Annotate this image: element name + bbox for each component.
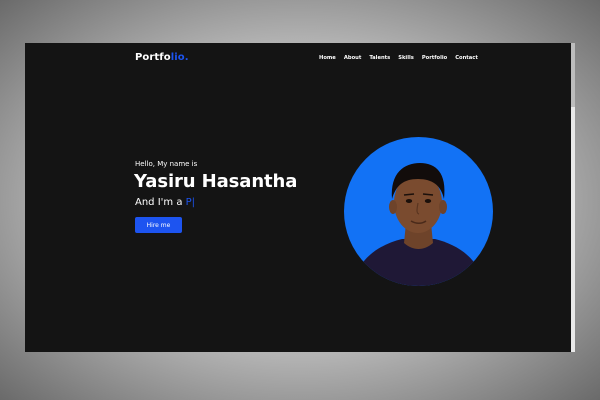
nav-link-home[interactable]: Home [319, 55, 336, 61]
hero-greeting: Hello, My name is [135, 160, 198, 168]
role-prefix: And I'm a [135, 197, 186, 208]
logo-accent-text: lio. [170, 52, 189, 63]
site-logo[interactable]: Portfolio. [135, 52, 189, 63]
nav-link-talents[interactable]: Talents [369, 55, 390, 61]
nav-link-portfolio[interactable]: Portfolio [422, 55, 447, 61]
nav-link-contact[interactable]: Contact [455, 55, 478, 61]
portfolio-page: Portfolio. Home About Talents Skills Por… [25, 43, 571, 352]
logo-text: Portfo [135, 52, 171, 63]
page-scrollbar-thumb[interactable] [571, 43, 575, 107]
profile-photo-icon [352, 163, 485, 286]
nav-link-skills[interactable]: Skills [398, 55, 414, 61]
hero-name: Yasiru Hasantha [134, 171, 298, 192]
hero-role-line: And I'm a P| [135, 197, 195, 208]
nav-link-about[interactable]: About [344, 55, 361, 61]
hire-me-button[interactable]: Hire me [135, 217, 182, 233]
profile-photo [344, 137, 493, 286]
typing-cursor: | [191, 197, 196, 208]
main-nav: Home About Talents Skills Portfolio Cont… [319, 55, 478, 61]
